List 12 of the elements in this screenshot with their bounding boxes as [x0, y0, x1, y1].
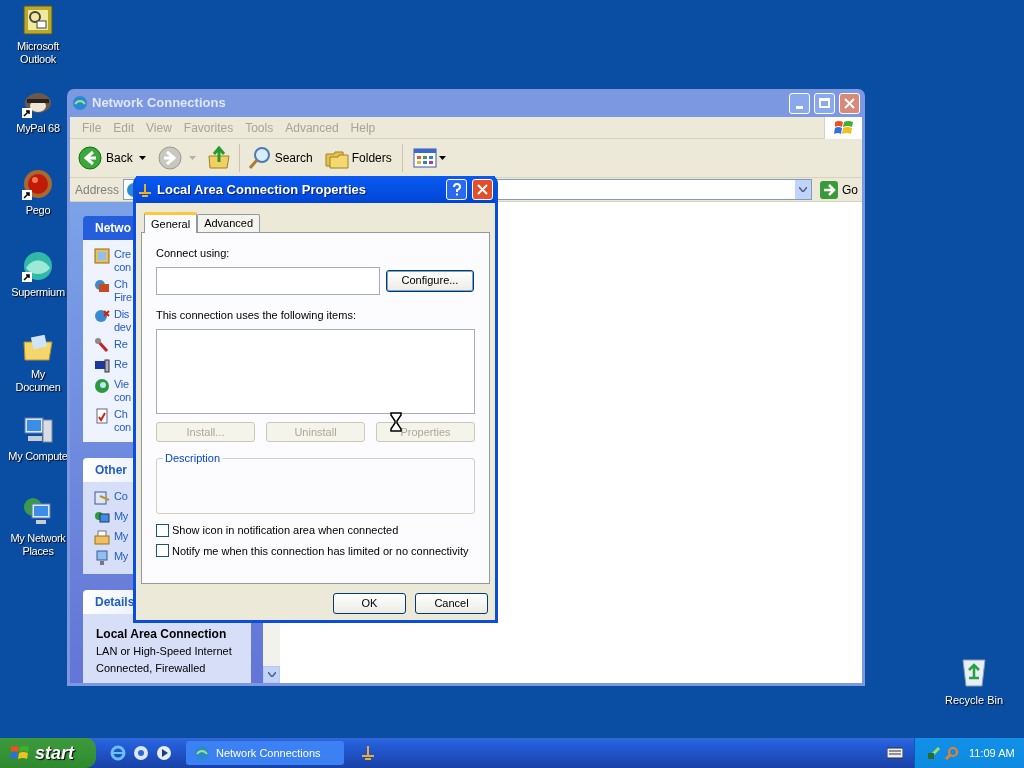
items-label: This connection uses the following items: [156, 307, 357, 323]
connection-detail: LAN or High-Speed Internet [96, 644, 233, 659]
dialog-title: Local Area Connection Properties [157, 180, 367, 199]
checkbox-label: Show icon in notification area when connected [172, 523, 399, 538]
checkbox-label: Notify me when this connection has limited or no connectivity [172, 543, 469, 559]
window-title: Network Connections [92, 94, 227, 113]
description-label: Description [164, 451, 222, 466]
connection-detail: Connected, Firewalled [96, 661, 207, 676]
connection-name: Local Area Connection [96, 626, 228, 643]
connect-using-label: Connect using: [156, 246, 231, 261]
address-label: Address [75, 181, 120, 199]
clock: 11:09 AM [969, 745, 1015, 761]
